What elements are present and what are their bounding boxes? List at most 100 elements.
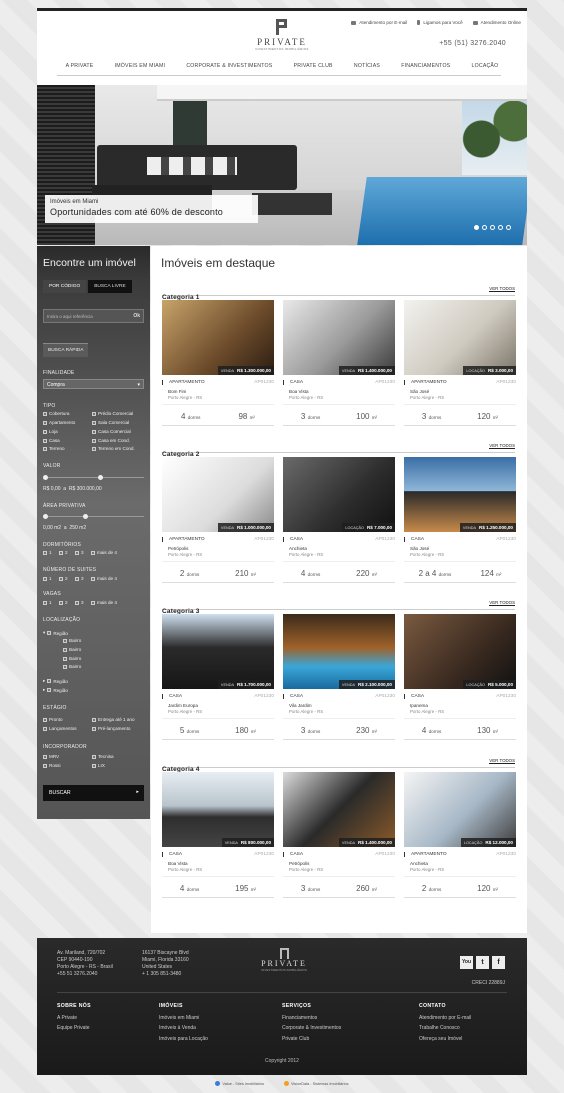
- reference-ok-button[interactable]: Ok: [133, 313, 140, 319]
- checkbox-estagio[interactable]: Lançamentos: [43, 726, 77, 731]
- checkbox-dorm[interactable]: 2: [59, 550, 68, 555]
- checkbox-estagio[interactable]: Pronto: [43, 717, 63, 722]
- slide-dot[interactable]: [474, 225, 479, 230]
- property-card[interactable]: VENDA R$ 800.000,00 CASA AP01230 Boa Vista Po…: [162, 772, 274, 907]
- reference-input[interactable]: Insira o aqui referência Ok: [43, 309, 144, 323]
- nav-private-club[interactable]: PRIVATE CLUB: [294, 63, 333, 69]
- checkbox-estagio[interactable]: Entrega até 1 ano: [92, 717, 135, 722]
- footer-link[interactable]: A Private: [57, 1013, 91, 1024]
- checkbox-suites[interactable]: 1: [43, 576, 52, 581]
- youtube-icon[interactable]: You: [460, 956, 473, 969]
- checkbox-suites[interactable]: mais de 4: [91, 576, 117, 581]
- footer-link[interactable]: Imóveis para Locação: [159, 1034, 208, 1045]
- checkbox-bairro[interactable]: Bairro: [63, 656, 81, 661]
- footer-link[interactable]: Private Club: [282, 1034, 341, 1045]
- footer-link[interactable]: Financiamentos: [282, 1013, 341, 1024]
- nav-imoveis-miami[interactable]: IMÓVEIS EM MIAMI: [115, 63, 165, 69]
- property-card[interactable]: LOCAÇÃO R$ 3.000,00 APARTAMENTO AP01230 São …: [404, 300, 516, 435]
- checkbox-dorm[interactable]: 3: [75, 550, 84, 555]
- checkbox-regiao[interactable]: ▸ Região: [43, 678, 68, 684]
- checkbox-tipo[interactable]: Prédio Comercial: [92, 411, 133, 416]
- property-photo[interactable]: VENDA R$ 800.000,00: [162, 772, 274, 847]
- checkbox-vagas[interactable]: 2: [59, 600, 68, 605]
- checkbox-bairro[interactable]: Bairro: [63, 647, 81, 652]
- property-card[interactable]: VENDA R$ 1.700.000,00 CASA AP01230 Jardim Eu…: [162, 614, 274, 749]
- property-card[interactable]: LOCAÇÃO R$ 5.000,00 CASA AP01230 Ipanema Port…: [404, 614, 516, 749]
- property-card[interactable]: VENDA R$ 2.100.000,00 CASA AP01230 Vila Jard…: [283, 614, 395, 749]
- credit-visiondata[interactable]: VisionData - Sistemas Imobiliários: [283, 1081, 349, 1086]
- checkbox-incorporador[interactable]: LIX: [92, 763, 105, 768]
- property-card[interactable]: LOCAÇÃO R$ 7.000,00 CASA AP01230 Anchieta Por…: [283, 457, 395, 592]
- property-card[interactable]: VENDA R$ 1.400.000,00 CASA AP01230 Boa Vista…: [283, 300, 395, 435]
- property-photo[interactable]: LOCAÇÃO R$ 3.000,00: [404, 300, 516, 375]
- property-card[interactable]: LOCAÇÃO R$ 12.000,00 APARTAMENTO AP01230 Anc…: [404, 772, 516, 907]
- nav-financiamentos[interactable]: FINANCIAMENTOS: [401, 63, 450, 69]
- checkbox-tipo[interactable]: Terreno: [43, 446, 65, 451]
- ver-todos-link[interactable]: VER TODOS: [489, 286, 515, 292]
- checkbox-vagas[interactable]: mais de 4: [91, 600, 117, 605]
- slide-dot[interactable]: [498, 225, 503, 230]
- slide-dot[interactable]: [506, 225, 511, 230]
- slider-handle[interactable]: [83, 514, 88, 519]
- tab-por-codigo[interactable]: POR CÓDIGO: [43, 280, 87, 293]
- checkbox-tipo[interactable]: Casa: [43, 438, 60, 443]
- busca-rapida-tab[interactable]: BUSCA RÁPIDA: [43, 343, 89, 357]
- property-card[interactable]: VENDA R$ 1.300.000,00 APARTAMENTO AP01230 Bo…: [162, 300, 274, 435]
- checkbox-tipo[interactable]: Loja: [43, 429, 58, 434]
- hero-caption[interactable]: Imóveis em Miami Oportunidades com até 6…: [45, 195, 258, 223]
- checkbox-incorporador[interactable]: Rossi: [43, 763, 61, 768]
- facebook-icon[interactable]: f: [492, 956, 505, 969]
- ver-todos-link[interactable]: VER TODOS: [489, 600, 515, 606]
- ver-todos-link[interactable]: VER TODOS: [489, 443, 515, 449]
- property-photo[interactable]: VENDA R$ 1.000.000,00: [162, 457, 274, 532]
- checkbox-tipo[interactable]: Apartamento: [43, 420, 75, 425]
- checkbox-dorm[interactable]: mais de 4: [91, 550, 117, 555]
- checkbox-tipo[interactable]: Sala Comercial: [92, 420, 129, 425]
- nav-corporate[interactable]: CORPORATE & INVESTIMENTOS: [186, 63, 272, 69]
- property-photo[interactable]: VENDA R$ 1.250.000,00: [404, 457, 516, 532]
- slider-handle[interactable]: [98, 475, 103, 480]
- checkbox-vagas[interactable]: 3: [75, 600, 84, 605]
- checkbox-tipo[interactable]: Cobertura: [43, 411, 69, 416]
- header-link-email[interactable]: Atendimento por E-mail: [351, 20, 407, 25]
- footer-link[interactable]: Trabalhe Conosco: [419, 1023, 471, 1034]
- property-photo[interactable]: VENDA R$ 1.300.000,00: [162, 300, 274, 375]
- checkbox-regiao[interactable]: ▸ Região: [43, 687, 68, 693]
- checkbox-suites[interactable]: 3: [75, 576, 84, 581]
- nav-noticias[interactable]: NOTÍCIAS: [354, 63, 380, 69]
- checkbox-tipo[interactable]: Casa Comercial: [92, 429, 131, 434]
- tab-busca-livre[interactable]: BUSCA LIVRE: [88, 280, 132, 293]
- property-photo[interactable]: VENDA R$ 1.700.000,00: [162, 614, 274, 689]
- footer-link[interactable]: Equipe Private: [57, 1023, 91, 1034]
- property-photo[interactable]: VENDA R$ 1.400.000,00: [283, 772, 395, 847]
- twitter-icon[interactable]: t: [476, 956, 489, 969]
- footer-link[interactable]: Imóveis à Venda: [159, 1023, 208, 1034]
- property-photo[interactable]: LOCAÇÃO R$ 12.000,00: [404, 772, 516, 847]
- footer-logo[interactable]: PRIVATE INVESTIMENTOS IMOBILIÁRIOS: [259, 948, 309, 972]
- checkbox-tipo[interactable]: Terreno em Cond.: [92, 446, 135, 451]
- footer-link[interactable]: Atendimento por E-mail: [419, 1013, 471, 1024]
- property-photo[interactable]: LOCAÇÃO R$ 5.000,00: [404, 614, 516, 689]
- checkbox-bairro[interactable]: Bairro: [63, 664, 81, 669]
- ver-todos-link[interactable]: VER TODOS: [489, 758, 515, 764]
- footer-link[interactable]: Corporate & Investimentos: [282, 1023, 341, 1034]
- slider-handle[interactable]: [43, 514, 48, 519]
- checkbox-suites[interactable]: 2: [59, 576, 68, 581]
- property-card[interactable]: VENDA R$ 1.400.000,00 CASA AP01230 Petrópoli…: [283, 772, 395, 907]
- brand-logo[interactable]: PRIVATE INVESTIMENTOS IMOBILIÁRIOS: [255, 19, 309, 51]
- header-link-callback[interactable]: Ligamos para Você: [417, 20, 463, 25]
- slider-handle[interactable]: [43, 475, 48, 480]
- valor-slider[interactable]: [43, 475, 144, 480]
- header-link-chat[interactable]: Atendimento Online: [472, 20, 521, 25]
- checkbox-dorm[interactable]: 1: [43, 550, 52, 555]
- slide-dot[interactable]: [482, 225, 487, 230]
- property-photo[interactable]: VENDA R$ 1.400.000,00: [283, 300, 395, 375]
- area-slider[interactable]: [43, 514, 144, 519]
- nav-a-private[interactable]: A PRIVATE: [66, 63, 94, 69]
- checkbox-estagio[interactable]: Pré-lançamento: [92, 726, 130, 731]
- checkbox-incorporador[interactable]: MRV: [43, 754, 59, 759]
- checkbox-bairro[interactable]: Bairro: [63, 638, 81, 643]
- credit-value[interactable]: Value - Sites Imobiliários: [215, 1081, 264, 1086]
- property-card[interactable]: VENDA R$ 1.250.000,00 CASA AP01230 São José P…: [404, 457, 516, 592]
- footer-link[interactable]: Ofereça seu Imóvel: [419, 1034, 471, 1045]
